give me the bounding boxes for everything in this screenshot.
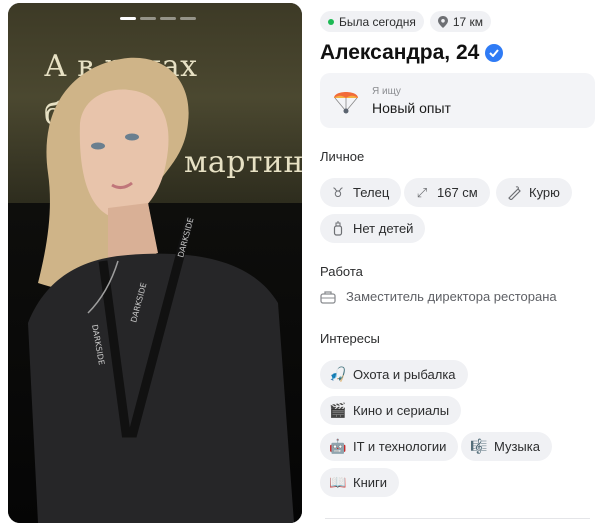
verified-check-icon: [485, 44, 504, 62]
profile-name: Александра, 24: [320, 41, 480, 64]
robot-icon: 🤖: [329, 438, 347, 454]
name-row: Александра, 24: [320, 41, 504, 65]
seeking-value: Новый опыт: [372, 99, 451, 116]
online-status-badge: Была сегодня: [320, 11, 424, 32]
location-pin-icon: [437, 15, 448, 28]
tag-children: Нет детей: [320, 214, 426, 243]
section-title-interests: Интересы: [320, 331, 380, 346]
work-value: Заместитель директора ресторана: [346, 289, 557, 304]
tag-interest-movies: 🎬 Кино и сериалы: [320, 396, 462, 425]
book-icon: 📖: [329, 474, 347, 490]
slide-dot: [140, 17, 156, 20]
tag-interest-music: 🎼 Музыка: [461, 432, 552, 461]
tag-height: ⤢ 167 см: [404, 178, 490, 207]
tag-smoking: Курю: [496, 178, 572, 207]
slide-dot: [180, 17, 196, 20]
divider: [325, 518, 590, 519]
tag-interest-hunting: 🎣 Охота и рыбалка: [320, 360, 468, 389]
slide-dot: [160, 17, 176, 20]
cigarette-icon: [506, 185, 522, 201]
lanyard-text: DARKSIDE: [176, 217, 195, 259]
music-note-icon: 🎼: [470, 438, 488, 454]
parachute-icon: [334, 91, 358, 113]
fishing-icon: 🎣: [329, 366, 347, 382]
section-title-work: Работа: [320, 264, 363, 279]
online-dot-icon: [328, 18, 334, 25]
person-silhouette: DARKSIDE DARKSIDE DARKSIDE: [28, 57, 294, 523]
clapperboard-icon: 🎬: [329, 402, 347, 418]
distance-badge: 17 км: [429, 11, 492, 32]
baby-bottle-icon: [330, 221, 346, 237]
seeking-label: Я ищу: [372, 85, 401, 97]
tag-interest-books: 📖 Книги: [320, 468, 400, 497]
tag-zodiac: ♉ Телец: [320, 178, 402, 207]
work-row: Заместитель директора ресторана: [320, 289, 557, 304]
taurus-icon: ♉: [332, 184, 344, 200]
slide-dot-active: [120, 17, 136, 20]
section-title-personal: Личное: [320, 149, 365, 164]
tag-interest-it: 🤖 IT и технологии: [320, 432, 459, 461]
status-row: Была сегодня 17 км: [320, 11, 492, 32]
briefcase-icon: [320, 290, 336, 304]
photo-slide-indicator: [120, 17, 196, 20]
profile-photo[interactable]: А в руках бикини мартини DARKSIDE DARKSI…: [8, 3, 302, 523]
height-arrows-icon: ⤢: [416, 184, 428, 200]
seeking-card: Я ищу Новый опыт: [320, 73, 595, 128]
